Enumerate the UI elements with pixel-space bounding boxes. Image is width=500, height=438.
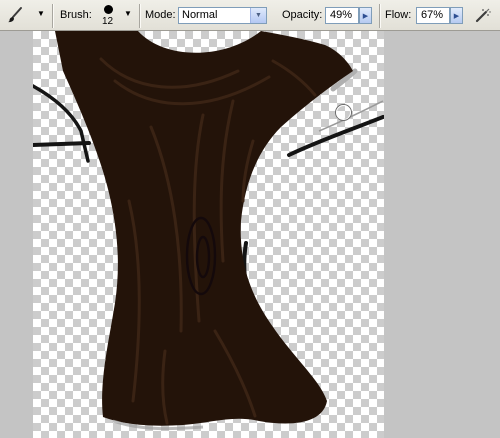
tool-preset-picker[interactable] [4, 4, 26, 26]
divider [52, 4, 53, 28]
brush-cursor-circle [336, 105, 351, 120]
divider [139, 4, 140, 28]
document-canvas[interactable] [33, 31, 384, 438]
opacity-value: 49% [330, 9, 353, 21]
brush-label: Brush: [60, 9, 92, 21]
branch-stroke [33, 141, 91, 147]
document-workspace [0, 31, 500, 438]
airbrush-icon [475, 8, 491, 23]
airbrush-toggle-button[interactable] [472, 4, 494, 26]
flow-value: 67% [421, 9, 444, 21]
opacity-label: Opacity: [282, 9, 323, 21]
chevron-down-icon[interactable]: ▼ [250, 8, 266, 23]
mode-select[interactable]: Normal ▼ [178, 7, 267, 24]
brush-icon [8, 7, 22, 23]
branch-stroke [287, 115, 384, 157]
tree-trunk-painting [33, 31, 384, 431]
flow-label: Flow: [385, 9, 412, 21]
trunk-shape [55, 31, 353, 426]
opacity-field[interactable]: 49% [325, 7, 359, 24]
mode-label: Mode: [145, 9, 176, 21]
brush-picker-dropdown-icon[interactable]: ▼ [124, 9, 132, 18]
branch-sketch-line [318, 100, 384, 132]
brush-preview[interactable] [104, 5, 113, 14]
triangle-right-icon: ▶ [453, 12, 460, 20]
opacity-slider-button[interactable]: ▶ [359, 7, 372, 24]
flow-slider-button[interactable]: ▶ [450, 7, 463, 24]
tool-preset-dropdown-icon[interactable]: ▼ [37, 9, 45, 18]
brush-size-value: 12 [102, 16, 114, 27]
triangle-right-icon: ▶ [362, 12, 369, 20]
mode-value: Normal [182, 9, 218, 21]
options-bar: ▼ Brush: 12 ▼ Mode: Normal ▼ Opacity: 49… [0, 0, 500, 31]
divider [379, 4, 380, 28]
flow-field[interactable]: 67% [416, 7, 450, 24]
